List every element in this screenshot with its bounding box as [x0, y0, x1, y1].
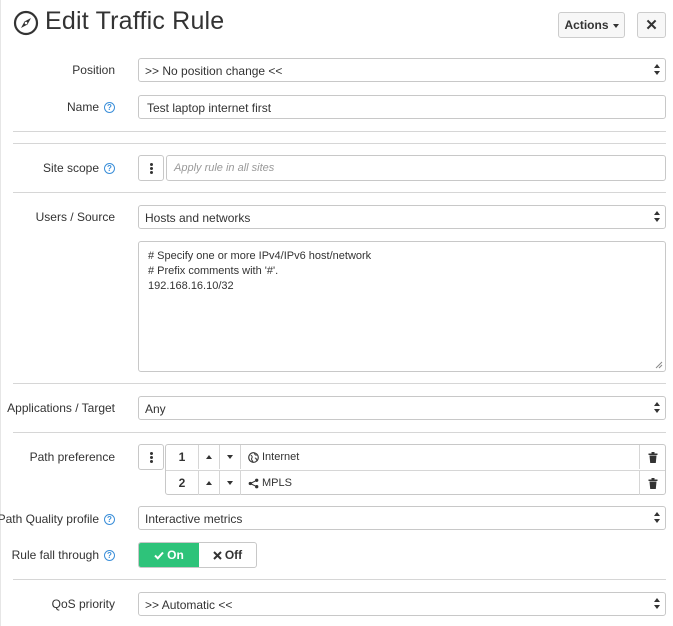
move-up-button[interactable] [199, 471, 220, 495]
dot [150, 460, 153, 463]
rule-fall-through-toggle: On Off [138, 542, 257, 568]
path-row: 1 Internet [166, 445, 665, 470]
dot [150, 452, 153, 455]
dot [150, 456, 153, 459]
delete-path-button[interactable] [640, 445, 665, 469]
users-source-select[interactable]: Hosts and networks [138, 205, 666, 229]
path-name-cell: Internet [241, 445, 640, 469]
users-source-select-value: Hosts and networks [145, 211, 251, 225]
globe-icon [248, 451, 259, 463]
toggle-on-button[interactable]: On [139, 543, 199, 567]
trash-icon [648, 451, 657, 463]
qos-priority-select-value: >> Automatic << [145, 598, 233, 612]
dot [150, 163, 153, 166]
rule-fall-through-label-text: Rule fall through [11, 548, 99, 562]
toggle-off-button[interactable]: Off [199, 543, 256, 567]
applications-target-label: Applications / Target [7, 401, 115, 415]
path-priority-number: 2 [166, 471, 199, 495]
name-label-text: Name [66, 100, 99, 114]
name-input-value: Test laptop internet first [147, 101, 272, 115]
path-preference-table: 1 Internet 2 MPLS [165, 444, 666, 495]
path-priority-number: 1 [166, 445, 199, 469]
delete-path-button[interactable] [640, 471, 665, 495]
site-scope-placeholder: Apply rule in all sites [174, 162, 275, 174]
section-divider [13, 143, 666, 144]
hosts-networks-textarea[interactable]: # Specify one or more IPv4/IPv6 host/net… [138, 241, 666, 372]
position-select-value: >> No position change << [145, 64, 283, 78]
check-icon [154, 551, 164, 560]
move-down-button[interactable] [220, 471, 241, 495]
qos-priority-label: QoS priority [51, 597, 115, 611]
section-divider [13, 383, 666, 384]
applications-target-select[interactable]: Any [138, 396, 666, 420]
site-scope-menu-button[interactable] [138, 155, 164, 181]
close-button[interactable]: ✕ [637, 12, 666, 38]
actions-button[interactable]: Actions [558, 12, 625, 38]
section-divider [13, 579, 666, 580]
trash-icon [648, 477, 657, 489]
dot [150, 167, 153, 170]
toggle-off-label: Off [224, 548, 243, 562]
site-scope-input[interactable]: Apply rule in all sites [166, 155, 666, 181]
path-row: 2 MPLS [166, 470, 665, 495]
section-divider [13, 131, 666, 132]
toggle-on-label: On [167, 548, 184, 562]
textarea-line: # Prefix comments with '#'. [148, 265, 279, 277]
select-arrows-icon [654, 64, 660, 76]
rule-fall-through-label: Rule fall through? [12, 548, 115, 562]
share-icon [248, 478, 259, 488]
name-input[interactable]: Test laptop internet first [138, 95, 666, 119]
select-arrows-icon [654, 598, 660, 610]
move-down-button[interactable] [220, 445, 241, 469]
actions-button-label: Actions [564, 18, 609, 32]
users-source-label: Users / Source [35, 210, 115, 224]
dialog-header: Edit Traffic Rule Actions ✕ [0, 0, 673, 50]
textarea-line: # Specify one or more IPv4/IPv6 host/net… [148, 250, 372, 262]
page-title: Edit Traffic Rule [45, 7, 225, 35]
path-quality-select[interactable]: Interactive metrics [138, 506, 666, 530]
compass-icon [13, 10, 39, 36]
qos-priority-select[interactable]: >> Automatic << [138, 592, 666, 616]
x-icon [213, 550, 222, 560]
path-name: MPLS [262, 477, 292, 489]
select-arrows-icon [654, 512, 660, 524]
help-icon[interactable]: ? [104, 102, 115, 113]
path-quality-select-value: Interactive metrics [145, 512, 243, 526]
help-icon[interactable]: ? [104, 163, 115, 174]
resize-handle-icon[interactable] [655, 361, 663, 369]
site-scope-label: Site scope? [43, 161, 115, 175]
position-label: Position [72, 63, 115, 77]
textarea-line: 192.168.16.10/32 [148, 280, 234, 292]
path-name: Internet [262, 451, 300, 463]
help-icon[interactable]: ? [104, 550, 115, 561]
select-arrows-icon [654, 211, 660, 223]
dot [150, 171, 153, 174]
move-up-button[interactable] [199, 445, 220, 469]
section-divider [13, 432, 666, 433]
path-quality-label: Path Quality profile? [0, 512, 115, 526]
help-icon[interactable]: ? [104, 514, 115, 525]
caret-down-icon [612, 24, 619, 28]
position-select[interactable]: >> No position change << [138, 58, 666, 82]
close-icon: ✕ [645, 17, 658, 34]
path-preference-label: Path preference [29, 450, 115, 464]
path-quality-label-text: Path Quality profile [0, 512, 99, 526]
section-divider [13, 192, 666, 193]
applications-target-select-value: Any [145, 402, 166, 416]
name-label: Name? [67, 100, 115, 114]
path-preference-menu-button[interactable] [138, 444, 164, 470]
path-name-cell: MPLS [241, 471, 640, 495]
select-arrows-icon [654, 402, 660, 414]
site-scope-label-text: Site scope [42, 161, 99, 175]
